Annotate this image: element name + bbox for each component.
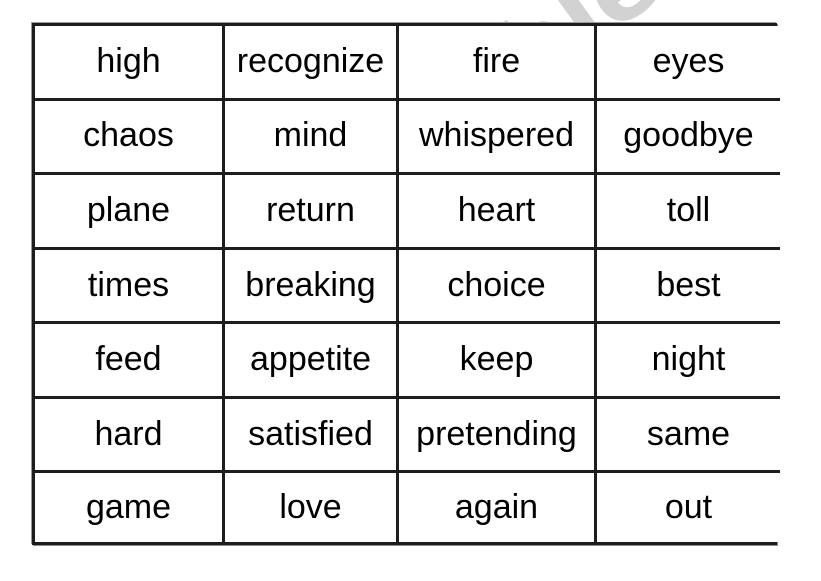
- word-cell[interactable]: pretending: [399, 398, 597, 474]
- table-row: plane return heart toll: [35, 175, 780, 250]
- word-cell[interactable]: fire: [399, 26, 597, 101]
- word-cell[interactable]: same: [597, 398, 780, 474]
- word-grid: high recognize fire eyes chaos mind whispered g…: [35, 26, 780, 542]
- word-cell[interactable]: night: [597, 324, 780, 399]
- table-row: high recognize fire eyes: [35, 26, 780, 101]
- word-cell[interactable]: best: [597, 249, 780, 325]
- word-cell[interactable]: breaking: [225, 249, 399, 325]
- worksheet-page: eslprintables.com highrecognizefireeyesc…: [0, 0, 821, 581]
- table-row: chaos mind whispered goodbye: [35, 100, 780, 176]
- table-row: feed appetite keep night: [35, 324, 780, 399]
- word-cell[interactable]: feed: [35, 324, 225, 399]
- word-cell[interactable]: love: [225, 473, 399, 542]
- word-cell[interactable]: times: [35, 249, 225, 325]
- word-cell[interactable]: heart: [399, 175, 597, 250]
- word-cell[interactable]: satisfied: [225, 398, 399, 474]
- word-cell[interactable]: eyes: [597, 26, 780, 101]
- table-row: times breaking choice best: [35, 249, 780, 325]
- word-cell[interactable]: recognize: [225, 26, 399, 101]
- word-cell[interactable]: appetite: [225, 324, 399, 399]
- word-cell[interactable]: keep: [399, 324, 597, 399]
- word-cell[interactable]: goodbye: [597, 100, 780, 176]
- word-cell[interactable]: whispered: [399, 100, 597, 176]
- word-cell[interactable]: again: [399, 473, 597, 542]
- word-cell[interactable]: mind: [225, 100, 399, 176]
- word-cell[interactable]: plane: [35, 175, 225, 250]
- word-cell[interactable]: hard: [35, 398, 225, 474]
- word-cell[interactable]: high: [35, 26, 225, 101]
- word-cell[interactable]: return: [225, 175, 399, 250]
- word-cell[interactable]: choice: [399, 249, 597, 325]
- table-row: hard satisfied pretending same: [35, 398, 780, 474]
- word-cell[interactable]: game: [35, 473, 225, 542]
- word-cell[interactable]: toll: [597, 175, 780, 250]
- table-row: game love again out: [35, 473, 780, 542]
- word-cell[interactable]: out: [597, 473, 780, 542]
- word-cell[interactable]: chaos: [35, 100, 225, 176]
- word-card-table: high recognize fire eyes chaos mind whispered g…: [32, 23, 780, 545]
